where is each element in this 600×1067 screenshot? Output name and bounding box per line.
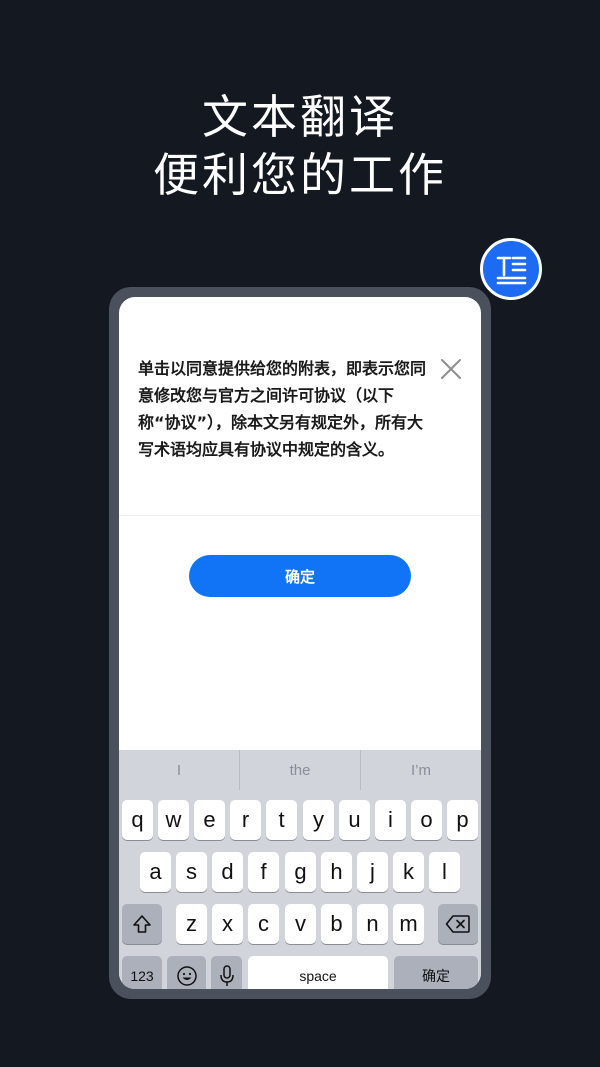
key-d[interactable]: d: [212, 852, 243, 892]
key-n[interactable]: n: [357, 904, 388, 944]
suggestion-bar: I the I’m: [119, 750, 481, 790]
microphone-icon: [219, 965, 234, 986]
text-lines-icon: [496, 256, 527, 285]
key-l[interactable]: l: [429, 852, 460, 892]
confirm-button[interactable]: 确定: [189, 555, 411, 597]
suggestion-item[interactable]: I: [119, 750, 239, 790]
key-m[interactable]: m: [393, 904, 424, 944]
key-g[interactable]: g: [285, 852, 316, 892]
key-z[interactable]: z: [176, 904, 207, 944]
dictation-key[interactable]: [211, 956, 242, 989]
suggestion-item[interactable]: I’m: [361, 750, 481, 790]
key-v[interactable]: v: [285, 904, 316, 944]
backspace-icon: [445, 915, 470, 933]
close-icon: [441, 359, 461, 379]
space-key[interactable]: space: [248, 956, 388, 989]
key-h[interactable]: h: [321, 852, 352, 892]
headline-line-1: 文本翻译: [202, 90, 398, 144]
numbers-key[interactable]: 123: [122, 956, 162, 989]
key-p[interactable]: p: [447, 800, 478, 840]
key-x[interactable]: x: [212, 904, 243, 944]
phone-screen: 单击以同意提供给您的附表，即表示您同意修改您与官方之间许可协议（以下称“协议”）…: [119, 297, 481, 989]
key-o[interactable]: o: [411, 800, 442, 840]
key-k[interactable]: k: [393, 852, 424, 892]
phone-frame: 单击以同意提供给您的附表，即表示您同意修改您与官方之间许可协议（以下称“协议”）…: [109, 287, 491, 999]
shift-icon: [133, 915, 151, 933]
return-key[interactable]: 确定: [394, 956, 478, 989]
key-f[interactable]: f: [248, 852, 279, 892]
key-q[interactable]: q: [122, 800, 153, 840]
key-c[interactable]: c: [248, 904, 279, 944]
key-j[interactable]: j: [357, 852, 388, 892]
headline: 文本翻译 便利您的工作: [0, 88, 600, 204]
headline-line-2: 便利您的工作: [153, 148, 447, 202]
key-e[interactable]: e: [194, 800, 225, 840]
divider: [119, 515, 481, 516]
key-a[interactable]: a: [140, 852, 171, 892]
emoji-icon: [176, 966, 197, 986]
shift-key[interactable]: [122, 904, 162, 944]
suggestion-item[interactable]: the: [240, 750, 360, 790]
app-root: 文本翻译 便利您的工作 单击以同意提供给您的附表，即表示您同意修改您与官方之间许…: [0, 0, 600, 1067]
key-u[interactable]: u: [339, 800, 370, 840]
backspace-key[interactable]: [438, 904, 478, 944]
emoji-key[interactable]: [167, 956, 206, 989]
close-button[interactable]: [437, 355, 465, 383]
agreement-message: 单击以同意提供给您的附表，即表示您同意修改您与官方之间许可协议（以下称“协议”）…: [138, 359, 427, 459]
key-b[interactable]: b: [321, 904, 352, 944]
key-y[interactable]: y: [303, 800, 334, 840]
key-s[interactable]: s: [176, 852, 207, 892]
key-w[interactable]: w: [158, 800, 189, 840]
text-translate-icon: [480, 238, 542, 300]
key-t[interactable]: t: [266, 800, 297, 840]
keyboard: I the I’m q w e r t y u i o p a s d f g …: [119, 750, 481, 989]
key-i[interactable]: i: [375, 800, 406, 840]
key-r[interactable]: r: [230, 800, 261, 840]
